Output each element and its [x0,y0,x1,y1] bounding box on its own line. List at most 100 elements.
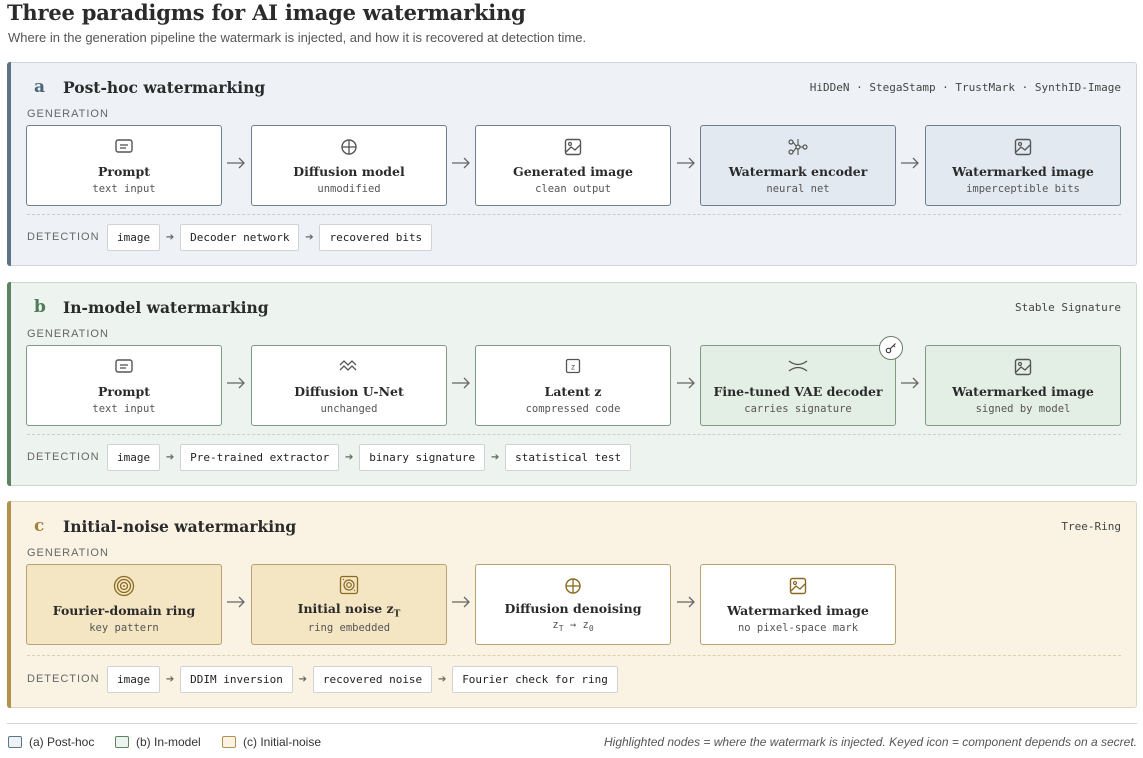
flow-arrow-icon [227,596,245,608]
arrow-icon: ➔ [165,673,175,685]
legend-item-post-hoc: (a) Post-hoc [8,735,94,749]
panel-title: Post-hoc watermarking [63,78,266,97]
divider [27,434,1121,435]
network-icon [701,138,895,156]
node-subtitle: imperceptible bits [966,183,1080,195]
flow-arrow-icon [452,596,470,608]
flow-arrow-icon [227,157,245,169]
arrow-icon: ➔ [305,231,314,243]
panel-post-hoc: a Post-hoc watermarking HiDDeN · StegaSt… [7,62,1137,266]
flow-arrow-icon [901,157,919,169]
detection-step: Fourier check for ring [452,665,618,693]
panel-letter: b [34,297,46,317]
image-icon [476,138,670,156]
arrow-icon: ➔ [165,231,175,243]
detection-step: image [107,665,161,693]
detection-step: Decoder network [180,223,300,251]
node-subtitle: ring embedded [307,622,391,634]
key-icon [879,336,903,360]
node-title: Initial noise zT [252,601,446,620]
flow-arrow-icon [677,377,695,389]
node-title: Latent z [544,384,602,399]
divider [27,214,1121,215]
flow-arrow-icon [901,377,919,389]
node-title: Prompt [97,384,151,399]
detection-row: DETECTION image ➔ DDIM inversion ➔ recov… [27,665,618,693]
page-title: Three paradigms for AI image watermarkin… [7,0,526,25]
detection-step: statistical test [505,443,632,471]
arrow-icon: ➔ [345,451,354,463]
decoder-icon [701,358,895,376]
image-icon [701,577,895,595]
node-subtitle: compressed code [525,403,621,415]
image-icon [926,358,1120,376]
node-diffusion-unet: Diffusion U-Net unchanged [251,345,447,426]
panel-accent-bar [7,62,11,266]
generation-label: GENERATION [27,547,109,559]
node-subtitle: key pattern [89,622,159,634]
page-subtitle: Where in the generation pipeline the wat… [8,30,587,45]
detection-step: DDIM inversion [180,665,293,693]
divider [27,655,1121,656]
node-title: Generated image [513,164,633,179]
node-subtitle: carries signature [744,403,852,415]
node-prompt: Prompt text input [26,345,222,426]
svg-text:z: z [571,363,576,372]
panel-title: Initial-noise watermarking [63,517,297,536]
panel-accent-bar [7,282,11,486]
node-title: Diffusion U-Net [294,384,404,399]
image-icon [926,138,1120,156]
panel-methods: Tree-Ring [1061,520,1121,533]
detection-step: image [107,443,161,471]
detection-step: binary signature [359,443,486,471]
node-subtitle: clean output [535,183,611,195]
node-title: Diffusion denoising [504,601,642,616]
flow-arrow-icon [452,377,470,389]
detection-label: DETECTION [27,673,100,685]
panel-letter: c [34,516,45,536]
detection-step: Pre-trained extractor [180,443,340,471]
generation-label: GENERATION [27,328,109,340]
node-diffusion-model: Diffusion model unmodified [251,125,447,206]
node-initial-noise: Initial noise zT ring embedded [251,564,447,645]
panel-title: In-model watermarking [63,298,269,317]
node-title: Diffusion model [293,164,405,179]
generation-label: GENERATION [27,108,109,120]
detection-row: DETECTION image ➔ Pre-trained extractor … [27,443,632,471]
node-title: Prompt [97,164,151,179]
prompt-icon [27,358,221,376]
node-title: Fourier-domain ring [52,603,196,618]
node-subtitle: signed by model [975,403,1071,415]
detection-step: image [107,223,161,251]
node-watermarked-image: Watermarked image imperceptible bits [925,125,1121,206]
legend-item-in-model: (b) In-model [115,735,201,749]
node-subtitle: no pixel-space mark [737,622,859,634]
panel-methods: Stable Signature [1015,301,1121,314]
node-title: Watermarked image [952,164,1094,179]
node-title-text: Initial noise z [297,601,394,616]
prompt-icon [27,138,221,156]
panel-letter: a [34,77,46,97]
node-subtitle: text input [92,403,156,415]
legend-label: (b) In-model [136,735,201,749]
node-generated-image: Generated image clean output [475,125,671,206]
noise-icon [252,575,446,595]
node-subtitle: unmodified [317,183,381,195]
node-diffusion-denoising: Diffusion denoising zT → z0 [475,564,671,645]
node-prompt: Prompt text input [26,125,222,206]
crosshair-icon [476,577,670,595]
node-vae-decoder: Fine-tuned VAE decoder carries signature [700,345,896,426]
node-subtitle: unchanged [320,403,378,415]
sub-arrow-text: → z [563,619,589,631]
panel-in-model: b In-model watermarking Stable Signature… [7,282,1137,486]
detection-step: recovered bits [319,223,433,251]
arrow-icon: ➔ [490,451,500,463]
flow-arrow-icon [227,377,245,389]
node-subtitle: zT → z0 [476,619,670,633]
node-watermarked-image: Watermarked image signed by model [925,345,1121,426]
detection-row: DETECTION image ➔ Decoder network ➔ reco… [27,223,433,251]
node-title: Fine-tuned VAE decoder [713,384,883,399]
node-title: Watermark encoder [728,164,868,179]
flow-arrow-icon [677,157,695,169]
flow-arrow-icon [677,596,695,608]
